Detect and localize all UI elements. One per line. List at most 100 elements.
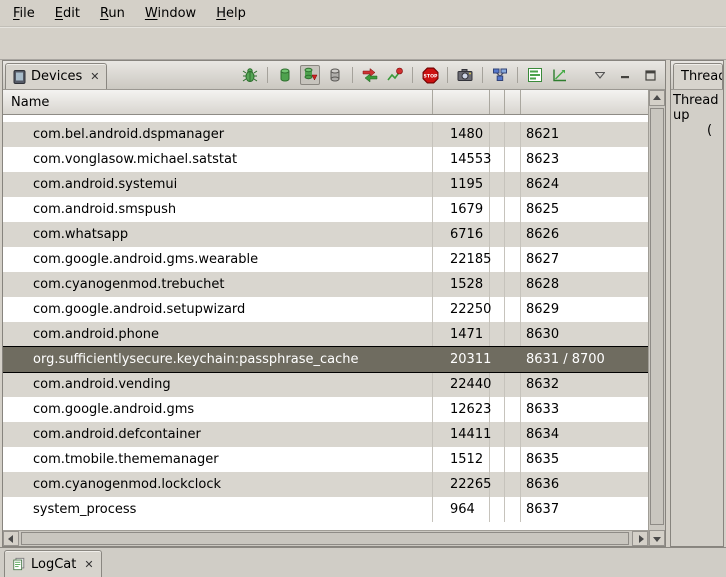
table-row[interactable]: com.cyanogenmod.lockclock222658636	[3, 472, 648, 497]
cell-pid: 22265	[433, 472, 490, 497]
menu-help[interactable]: Help	[209, 3, 253, 24]
maximize-button[interactable]	[640, 65, 660, 85]
tab-threads-label: Threads	[681, 69, 723, 84]
menu-bar: File Edit Run Window Help	[0, 0, 726, 27]
close-icon[interactable]: ✕	[84, 558, 93, 571]
horizontal-scrollbar[interactable]	[3, 530, 648, 546]
menu-window[interactable]: Window	[138, 3, 203, 24]
cell-c3	[490, 347, 505, 372]
table-row[interactable]: com.google.android.gms.wearable221858627	[3, 247, 648, 272]
column-header-blank2[interactable]	[505, 90, 521, 114]
scroll-up-icon	[653, 95, 661, 100]
cell-pid: 14553	[433, 147, 490, 172]
table-row[interactable]: com.android.smspush16798625	[3, 197, 648, 222]
cell-c4	[505, 222, 521, 247]
capture-system-trace-icon	[527, 67, 543, 83]
vertical-scroll-thumb[interactable]	[650, 108, 664, 525]
table-row[interactable]: com.whatsapp67168626	[3, 222, 648, 247]
cell-name: com.android.smspush	[3, 197, 433, 222]
cell-name: com.android.vending	[3, 372, 433, 397]
cell-pid: 22250	[433, 297, 490, 322]
scroll-up-button[interactable]	[649, 90, 665, 106]
table-row[interactable]: com.android.defcontainer144118634	[3, 422, 648, 447]
table-header: Name	[3, 90, 648, 115]
cell-c3	[490, 272, 505, 297]
tab-logcat-label: LogCat	[31, 557, 76, 572]
menu-run[interactable]: Run	[93, 3, 132, 24]
view-menu-button[interactable]	[590, 65, 610, 85]
table-row[interactable]: system_process9648637	[3, 497, 648, 522]
scroll-right-button[interactable]	[632, 531, 648, 546]
tab-logcat[interactable]: LogCat ✕	[4, 550, 102, 577]
cell-pid: 22440	[433, 372, 490, 397]
table-row[interactable]: com.android.vending22440 8632	[3, 372, 648, 397]
cell-port: 8632	[521, 372, 648, 397]
scroll-left-button[interactable]	[3, 531, 19, 546]
devices-view: Devices ✕	[2, 60, 666, 547]
capture-system-trace-button[interactable]	[525, 65, 545, 85]
cell-c3	[490, 122, 505, 147]
scroll-down-button[interactable]	[649, 530, 665, 546]
screen-capture-icon	[457, 67, 473, 83]
cell-port: 8631 / 8700	[521, 347, 648, 372]
cell-pid: 22185	[433, 247, 490, 272]
table-row[interactable]: com.android.phone14718630	[3, 322, 648, 347]
dump-view-hierarchy-icon	[492, 67, 508, 83]
tab-devices-label: Devices	[31, 69, 82, 84]
tab-devices[interactable]: Devices ✕	[5, 63, 107, 89]
cell-c4	[505, 122, 521, 147]
table-row[interactable]: com.tmobile.thememanager15128635	[3, 447, 648, 472]
cell-c4	[505, 272, 521, 297]
toolbar-separator	[267, 67, 268, 83]
cause-gc-button[interactable]	[325, 65, 345, 85]
table-row[interactable]: com.bel.android.dspmanager14808621	[3, 122, 648, 147]
cell-pid: 20311	[433, 347, 490, 372]
table-row[interactable]: com.google.android.setupwizard222508629	[3, 297, 648, 322]
table-row[interactable]: com.vonglasow.michael.satstat145538623	[3, 147, 648, 172]
devices-content: Name com.bel.android.dspmanager14808621c…	[3, 90, 665, 546]
update-heap-icon	[277, 67, 293, 83]
minimize-button[interactable]	[615, 65, 635, 85]
start-method-profiling-button[interactable]	[385, 65, 405, 85]
cell-name: com.bel.android.dspmanager	[3, 122, 433, 147]
table-row[interactable]: com.android.systemui11958624	[3, 172, 648, 197]
cell-name: com.google.android.gms.wearable	[3, 247, 433, 272]
cell-pid: 1512	[433, 447, 490, 472]
cell-name: com.android.phone	[3, 322, 433, 347]
column-header-name[interactable]: Name	[3, 90, 433, 114]
menu-file[interactable]: File	[6, 3, 42, 24]
cell-c4	[505, 447, 521, 472]
horizontal-scroll-thumb[interactable]	[21, 532, 629, 545]
cell-pid: 1195	[433, 172, 490, 197]
stop-process-button[interactable]: STOP	[420, 65, 440, 85]
update-threads-button[interactable]	[360, 65, 380, 85]
menu-edit[interactable]: Edit	[48, 3, 87, 24]
update-heap-button[interactable]	[275, 65, 295, 85]
column-header-pid[interactable]	[433, 90, 490, 114]
horizontal-scroll-track[interactable]	[19, 531, 632, 546]
logcat-icon	[12, 557, 26, 571]
table-row[interactable]: org.sufficientlysecure.keychain:passphra…	[3, 347, 648, 372]
table-row[interactable]: com.cyanogenmod.trebuchet15288628	[3, 272, 648, 297]
toolbar-strip	[0, 27, 726, 60]
dump-hprof-button[interactable]	[300, 65, 320, 85]
column-header-blank1[interactable]	[490, 90, 505, 114]
cell-c4	[505, 472, 521, 497]
close-icon[interactable]: ✕	[90, 70, 99, 83]
start-opengl-trace-button[interactable]	[550, 65, 570, 85]
cell-name: com.android.systemui	[3, 172, 433, 197]
screen-capture-button[interactable]	[455, 65, 475, 85]
tab-threads[interactable]: Threads	[673, 63, 723, 89]
cell-c3	[490, 247, 505, 272]
dump-view-hierarchy-button[interactable]	[490, 65, 510, 85]
toolbar-separator	[412, 67, 413, 83]
table-row[interactable]: com.google.android.gms126238633	[3, 397, 648, 422]
start-opengl-trace-icon	[552, 67, 568, 83]
cell-c3	[490, 322, 505, 347]
vertical-scroll-track[interactable]	[649, 106, 665, 530]
main-area: Devices ✕	[0, 60, 726, 547]
debug-button[interactable]	[240, 65, 260, 85]
column-header-port[interactable]	[521, 90, 648, 114]
threads-view: Threads Thread up (	[670, 60, 724, 547]
vertical-scrollbar[interactable]	[648, 90, 665, 546]
